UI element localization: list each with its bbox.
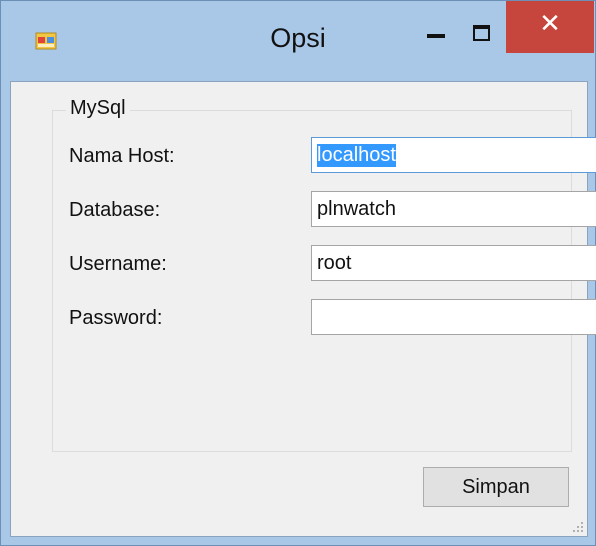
host-input-value: localhost bbox=[317, 144, 396, 167]
maximize-icon bbox=[473, 25, 490, 41]
minimize-button[interactable] bbox=[413, 1, 459, 53]
close-button[interactable]: ✕ bbox=[506, 1, 594, 53]
minimize-icon bbox=[427, 34, 445, 38]
database-input-value: plnwatch bbox=[317, 198, 396, 220]
password-label: Password: bbox=[69, 307, 163, 329]
maximize-button[interactable] bbox=[459, 1, 505, 53]
username-label: Username: bbox=[69, 253, 167, 275]
close-icon: ✕ bbox=[539, 9, 561, 39]
groupbox-legend: MySql bbox=[66, 97, 130, 120]
host-label: Nama Host: bbox=[69, 145, 175, 167]
password-input[interactable] bbox=[311, 299, 596, 335]
resize-grip-icon[interactable] bbox=[571, 520, 585, 534]
username-input[interactable]: root bbox=[311, 245, 596, 281]
window-client-area: MySql Nama Host: localhost Database: pln… bbox=[10, 81, 596, 537]
database-label: Database: bbox=[69, 199, 161, 221]
save-button[interactable]: Simpan bbox=[423, 467, 569, 507]
app-icon[interactable] bbox=[35, 31, 57, 51]
username-input-value: root bbox=[317, 252, 352, 274]
mysql-groupbox: MySql Nama Host: localhost Database: pln… bbox=[52, 97, 596, 452]
options-window: Opsi ✕ MySql Nama Host: localhost Databa… bbox=[0, 0, 596, 546]
title-bar[interactable]: Opsi ✕ bbox=[1, 1, 595, 81]
host-input[interactable]: localhost bbox=[311, 137, 596, 173]
database-input[interactable]: plnwatch bbox=[311, 191, 596, 227]
